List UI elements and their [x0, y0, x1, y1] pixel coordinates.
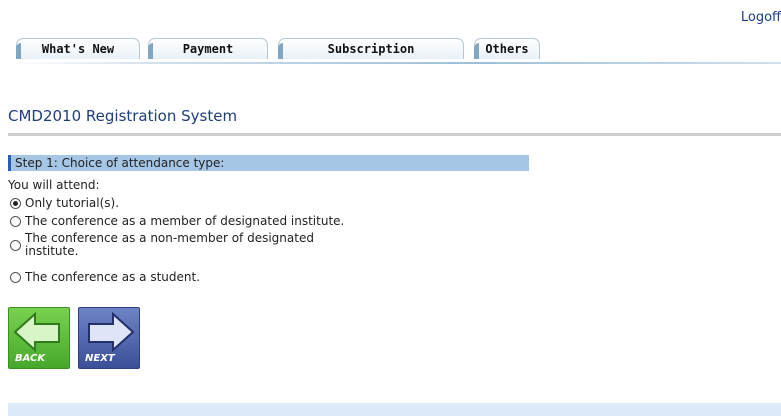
- option-non-member[interactable]: The conference as a non-member of design…: [8, 232, 368, 258]
- option-student[interactable]: The conference as a student.: [8, 270, 200, 284]
- radio-button-checked[interactable]: [10, 197, 21, 209]
- tab-others[interactable]: Others: [474, 38, 540, 59]
- page-title: CMD2010 Registration System: [8, 107, 238, 125]
- tab-bar: What's New Payment Subscription Others: [0, 38, 781, 66]
- radio-button[interactable]: [10, 215, 21, 227]
- step-heading: Step 1: Choice of attendance type:: [8, 155, 529, 171]
- tab-bar-baseline: [8, 62, 781, 64]
- tab-payment[interactable]: Payment: [148, 38, 268, 59]
- next-button[interactable]: NEXT: [78, 307, 140, 369]
- option-label: The conference as a student.: [25, 270, 201, 284]
- tab-whats-new[interactable]: What's New: [16, 38, 140, 59]
- option-label: The conference as a non-member of design…: [25, 231, 314, 258]
- back-button[interactable]: BACK: [8, 307, 70, 369]
- title-divider: [8, 133, 781, 136]
- logoff-link[interactable]: Logoff: [741, 10, 781, 25]
- tab-subscription[interactable]: Subscription: [278, 38, 464, 59]
- radio-button[interactable]: [10, 271, 21, 283]
- footer-bar: [8, 403, 781, 416]
- option-label: Only tutorial(s).: [25, 196, 120, 210]
- form-prompt: You will attend:: [8, 178, 100, 192]
- option-member[interactable]: The conference as a member of designated…: [8, 214, 344, 228]
- next-label: NEXT: [85, 353, 115, 364]
- option-only-tutorials[interactable]: Only tutorial(s).: [8, 196, 119, 210]
- option-label: The conference as a member of designated…: [25, 214, 345, 228]
- back-label: BACK: [15, 353, 46, 364]
- radio-button[interactable]: [10, 239, 21, 251]
